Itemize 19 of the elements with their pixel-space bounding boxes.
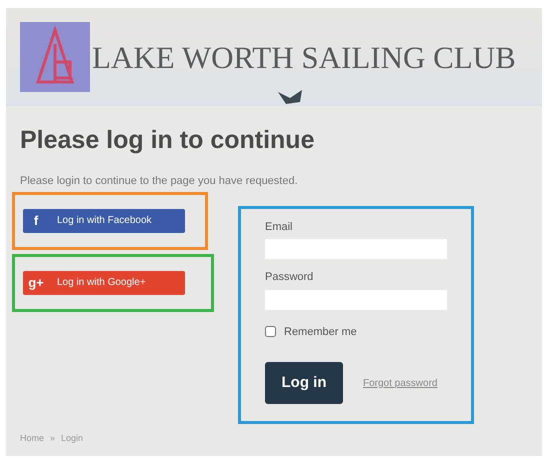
remember-checkbox[interactable]: [265, 326, 276, 338]
club-title: LAKE WORTH SAILING CLUB: [92, 42, 516, 72]
social-icon: f: [23, 210, 49, 230]
breadcrumb-link[interactable]: Home: [20, 432, 44, 445]
social-login-button[interactable]: g+ Log in with Google+: [23, 270, 185, 294]
login-button[interactable]: Log in: [265, 362, 343, 404]
sailboat-logo-icon: [20, 22, 90, 92]
field-label: Password: [265, 270, 314, 285]
input-field[interactable]: [265, 239, 447, 259]
forgot-password-link[interactable]: Forgot password: [363, 376, 438, 390]
intro-text: Please login to continue to the page you have requested.: [20, 174, 299, 189]
field-label: Email: [265, 220, 294, 234]
input-field[interactable]: [265, 290, 447, 310]
breadcrumb-separator: »: [50, 432, 56, 444]
page-heading: Please log in to continue: [20, 128, 316, 153]
social-icon: g+: [23, 272, 49, 292]
social-login-button[interactable]: f Log in with Facebook: [23, 208, 185, 232]
remember-label: Remember me: [284, 324, 357, 340]
breadcrumb-link[interactable]: Login: [61, 432, 84, 445]
